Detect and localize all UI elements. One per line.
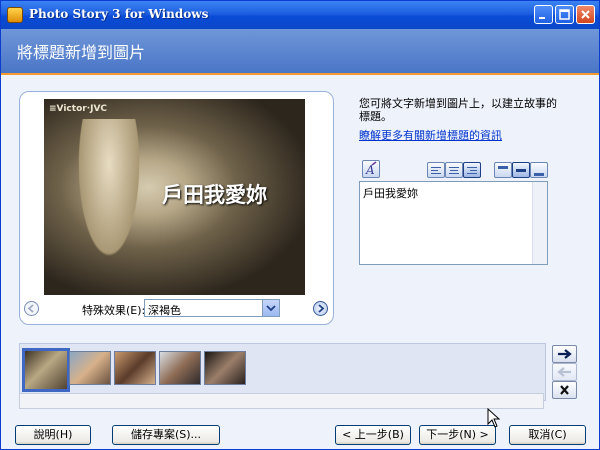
learn-more-link[interactable]: 瞭解更多有關新增標題的資訊 <box>359 127 502 143</box>
cursor-icon <box>487 408 501 428</box>
effect-select[interactable]: 深褐色 <box>144 299 280 317</box>
title-bar[interactable]: Photo Story 3 for Windows <box>1 1 599 29</box>
font-button[interactable]: A <box>362 160 380 178</box>
filmstrip-thumb[interactable] <box>22 348 70 392</box>
filmstrip-thumb[interactable] <box>69 351 111 385</box>
effect-label: 特殊效果(E): <box>82 304 146 317</box>
page-header: 將標題新增到圖片 <box>1 29 599 75</box>
next-button[interactable]: 下一步(N) > <box>419 425 496 445</box>
move-right-icon <box>558 349 572 359</box>
app-icon <box>7 7 23 23</box>
maximize-icon <box>559 9 570 20</box>
preview-panel: ≡Victor·JVC 戶田我愛妳 特殊效果(E): 深褐色 <box>19 91 334 325</box>
align-center-button[interactable] <box>445 162 463 178</box>
dropdown-arrow-icon <box>266 305 276 312</box>
photo-watermark: ≡Victor·JVC <box>49 104 108 114</box>
photo-subject <box>74 119 144 269</box>
filmstrip-thumb[interactable] <box>204 351 246 385</box>
filmstrip-scrollbar[interactable] <box>19 393 544 409</box>
content-area: ≡Victor·JVC 戶田我愛妳 特殊效果(E): 深褐色 您可將文字新增到圖… <box>1 75 599 449</box>
photo-story-window: Photo Story 3 for Windows 將標題新增到圖片 ≡Vict… <box>0 0 600 450</box>
font-icon: A <box>365 161 377 177</box>
align-right-button[interactable] <box>463 162 481 178</box>
page-title: 將標題新增到圖片 <box>17 43 146 62</box>
instructions-text: 您可將文字新增到圖片上，以建立故事的標題。 <box>359 97 557 123</box>
maximize-button[interactable] <box>555 5 574 24</box>
move-left-icon <box>557 367 571 377</box>
title-text-value: 戶田我愛妳 <box>363 187 418 200</box>
cancel-button[interactable]: 取消(C) <box>509 425 586 445</box>
valign-middle-button[interactable] <box>512 162 530 178</box>
window-title: Photo Story 3 for Windows <box>29 7 209 21</box>
save-project-button[interactable]: 儲存專案(S)... <box>112 425 220 445</box>
filmstrip-thumb[interactable] <box>114 351 156 385</box>
next-photo-button[interactable] <box>313 301 328 316</box>
delete-icon <box>560 385 569 395</box>
move-left-button[interactable] <box>552 363 577 381</box>
title-text-input[interactable]: 戶田我愛妳 <box>359 181 548 265</box>
text-scrollbar[interactable] <box>532 182 547 264</box>
previous-photo-button[interactable] <box>24 301 39 316</box>
arrow-right-icon <box>318 304 325 313</box>
minimize-icon <box>539 17 545 19</box>
preview-photo: ≡Victor·JVC 戶田我愛妳 <box>44 99 305 295</box>
align-left-button[interactable] <box>427 162 445 178</box>
close-button[interactable] <box>576 5 595 24</box>
filmstrip-thumb[interactable] <box>159 351 201 385</box>
move-right-button[interactable] <box>552 345 577 363</box>
valign-top-button[interactable] <box>494 162 512 178</box>
photo-title-overlay: 戶田我愛妳 <box>162 183 267 207</box>
arrow-left-icon <box>27 304 34 313</box>
back-button[interactable]: < 上一步(B) <box>335 425 411 445</box>
help-button[interactable]: 說明(H) <box>15 425 91 445</box>
delete-button[interactable] <box>552 381 577 399</box>
effect-dropdown-button[interactable] <box>262 300 279 316</box>
close-icon <box>581 10 590 19</box>
minimize-button[interactable] <box>534 5 553 24</box>
valign-bottom-button[interactable] <box>530 162 548 178</box>
svg-text:A: A <box>365 163 375 177</box>
effect-value: 深褐色 <box>148 304 181 317</box>
